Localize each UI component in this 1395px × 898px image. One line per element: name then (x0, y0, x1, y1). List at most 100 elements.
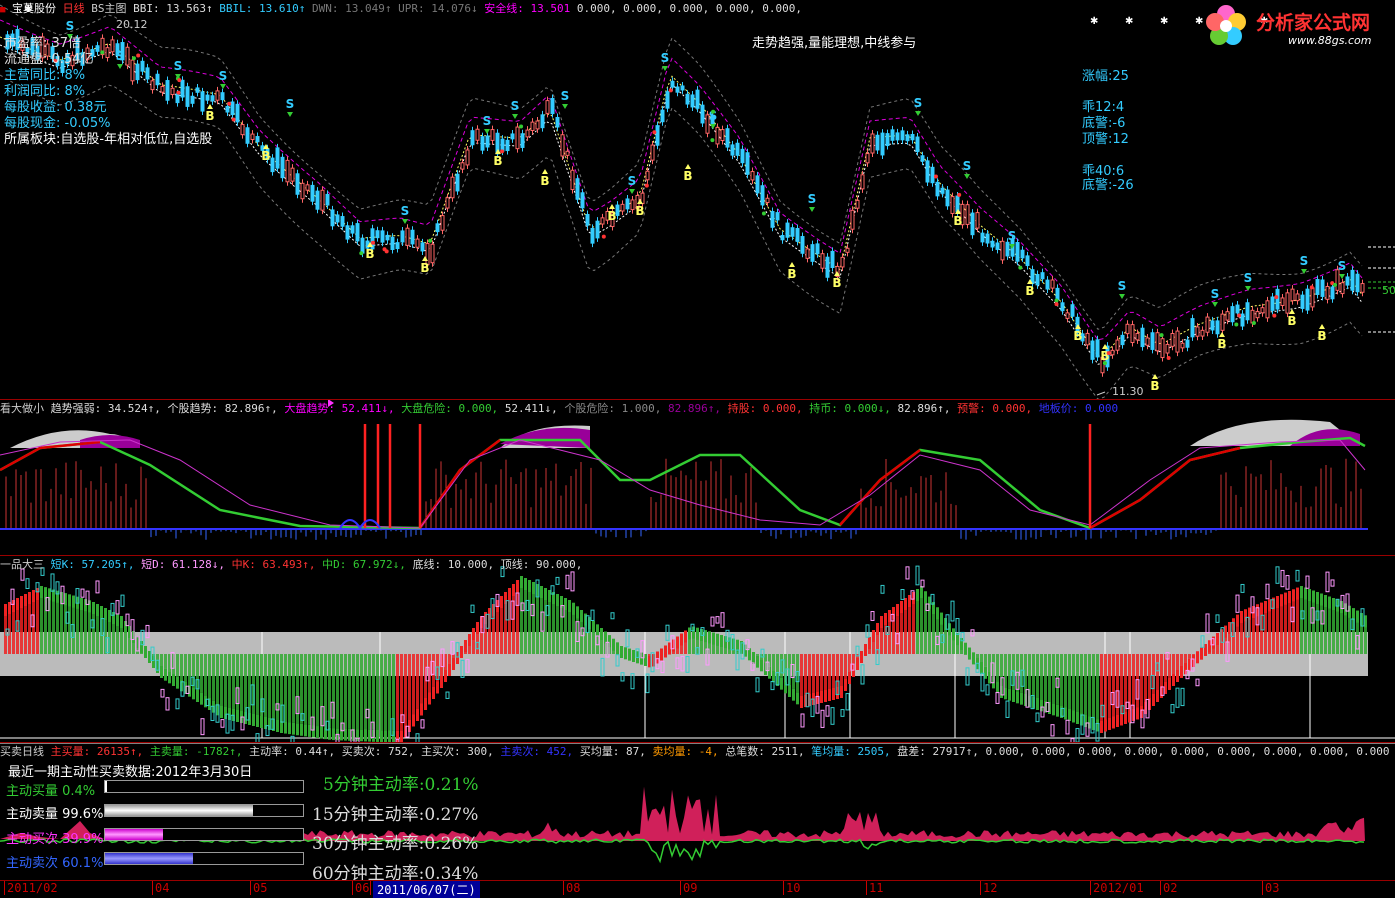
right-axis-label: 50 (1382, 284, 1395, 297)
date-tick: 08 (562, 881, 581, 895)
buy-volume-bar (104, 780, 304, 793)
sell-signal: S (808, 192, 817, 206)
indicator-value: 主买量: 26135↑, (50, 745, 150, 758)
buy-signal: B (635, 204, 644, 218)
dwn-value: DWN: 13.049↑ (312, 2, 392, 15)
buy-signal: B (540, 174, 549, 188)
buy-volume-fill (105, 781, 107, 792)
active-trade-header: 买卖日线 主买量: 26135↑, 主卖量: -1782↑, 主动率: 0.44… (0, 743, 1390, 758)
buy-count-bar (104, 828, 304, 841)
date-tick: 02 (1159, 881, 1178, 895)
sell-volume-bar (104, 804, 304, 817)
indicator-value: 卖均量: -4, (652, 745, 726, 758)
trend-annotation: 走势趋强,量能理想,中线参与 (752, 36, 917, 51)
indicator-value: 大盘危险: 0.000, (401, 402, 505, 415)
buy-signal: B (1217, 337, 1226, 351)
safe-line-value: 安全线: 13.501 (484, 2, 571, 15)
indicator-value: 中D: 67.972↓, (322, 558, 413, 571)
buy-signal: B (787, 267, 796, 281)
trend-chart[interactable] (0, 400, 1395, 555)
sell-signal: S (511, 99, 520, 113)
trend-header: 看大做小 趋势强弱: 34.524↑, 个股趋势: 82.896↑, 大盘趋势:… (0, 400, 1390, 415)
buy-signal: B (365, 247, 374, 261)
rate-5min: 5分钟主动率:0.21% (323, 775, 479, 795)
active-trade-panel[interactable]: 买卖日线 主买量: 26135↑, 主卖量: -1782↑, 主动率: 0.44… (0, 743, 1395, 884)
date-tick: 06 (351, 881, 370, 895)
menu-icon[interactable]: ■ (0, 5, 5, 15)
rate-30min: 30分钟主动率:0.26% (312, 834, 479, 854)
indicator-value: 主卖量: -1782↑, (149, 745, 250, 758)
date-tick: 09 (679, 881, 698, 895)
svg-text:✱: ✱ (1125, 16, 1133, 27)
indicator-value: 顶线: 90.000, (500, 558, 583, 571)
indicator-value: 中K: 63.493↑, (231, 558, 323, 571)
active-buy-count: 主动买次 39.9% (6, 832, 104, 847)
date-tick: 10 (782, 881, 801, 895)
sell-signal: S (174, 59, 183, 73)
panel-title: 买卖日线 (0, 745, 51, 758)
sell-count-fill (105, 853, 193, 864)
buy-signal: B (1317, 329, 1326, 343)
date-tick: 2012/01 (1090, 881, 1144, 895)
high-price-label: 20.12 (116, 18, 148, 31)
date-tick: 2011/02 (4, 881, 58, 895)
sell-signal: S (401, 204, 410, 218)
indicator-value: 持币: 0.000↓, (809, 402, 898, 415)
active-data-title: 最近一期主动性买卖数据:2012年3月30日 (8, 765, 253, 780)
indicator-value: 短D: 61.128↓, (141, 558, 232, 571)
trend-panel[interactable]: 看大做小 趋势强弱: 34.524↑, 个股趋势: 82.896↑, 大盘趋势:… (0, 400, 1395, 555)
indicator-value: 趋势强弱: 34.524↑, (50, 402, 168, 415)
panel-title: 一品大三 (0, 558, 51, 571)
sell-signal: S (914, 96, 923, 110)
sell-volume-fill (105, 805, 253, 816)
main-indicator-header: ■ 宝莫股份 日线 BS主图 BBI: 13.563↑ BBIL: 13.610… (0, 0, 1390, 15)
sector: 所属板块:自选股-年相对低位,自选股 (4, 132, 213, 147)
sell-signal: S (1118, 279, 1127, 293)
rate-15min: 15分钟主动率:0.27% (312, 805, 479, 825)
buy-signal: B (1073, 329, 1082, 343)
date-tick: 12 (979, 881, 998, 895)
date-tick: 04 (151, 881, 170, 895)
date-tick: 2011/06/07(二) (370, 881, 480, 898)
sell-signal: S (116, 49, 125, 63)
main-chart-panel[interactable]: SSSSSSSSSSSSSSSSSSSSSBBBBBBBBBBBBBBBBBBB… (0, 0, 1395, 399)
sell-signal: S (1211, 287, 1220, 301)
sell-count-bar (104, 852, 304, 865)
indicator-value: 个股趋势: 82.896↑, (167, 402, 285, 415)
date-tick: 05 (249, 881, 268, 895)
indicator-value: 总笔数: 2511, (725, 745, 812, 758)
indicator-value: 82.896↑, (668, 402, 728, 415)
buy-signal: B (1100, 349, 1109, 363)
upr-value: UPR: 14.076↓ (398, 2, 478, 15)
sell-signal: S (963, 159, 972, 173)
sell-signal: S (483, 114, 492, 128)
indicator-value: 短K: 57.205↑, (50, 558, 142, 571)
top-warn: 顶警:12 (1082, 132, 1129, 147)
bbil-value: BBIL: 13.610↑ (219, 2, 306, 15)
kd-chart[interactable] (0, 556, 1395, 742)
logo-text: 分析家公式网 (1256, 12, 1371, 34)
indicator-value: 盘差: 27917↑, (897, 745, 986, 758)
buy-signal: B (261, 149, 270, 163)
buy-signal: B (607, 209, 616, 223)
sell-signal: S (628, 174, 637, 188)
candlestick-chart[interactable]: SSSSSSSSSSSSSSSSSSSS SBBBBBBB BBBBBBBBBBBB… (0, 0, 1395, 399)
buy-signal: B (205, 109, 214, 123)
kd-panel[interactable]: 一品大三 短K: 57.205↑, 短D: 61.128↓, 中K: 63.49… (0, 556, 1395, 742)
indicator-value: 预警: 0.000, (957, 402, 1039, 415)
buy-count-fill (105, 829, 163, 840)
active-sell-volume: 主动卖量 99.6% (6, 807, 104, 822)
sell-signal: S (219, 69, 228, 83)
buy-signal: B (953, 214, 962, 228)
indicator-value: 买卖次: 752, (341, 745, 422, 758)
period-label[interactable]: 日线 (63, 2, 85, 15)
date-tick: 03 (1261, 881, 1280, 895)
buy-signal: B (683, 169, 692, 183)
indicator-name[interactable]: BS主图 (91, 2, 126, 15)
date-axis[interactable]: 2011/02 04 05 06 2011/06/07(二) 08 09 10 11 12 2012… (0, 880, 1395, 898)
indicator-value: 大盘趋势: 52.411↓, (284, 402, 402, 415)
sell-signal: S (1244, 271, 1253, 285)
buy-signal: B (493, 154, 502, 168)
buy-signal: B (1287, 314, 1296, 328)
indicator-value: 0.000, 0.000, 0.000, 0.000, 0.000, 0.000… (985, 745, 1390, 758)
